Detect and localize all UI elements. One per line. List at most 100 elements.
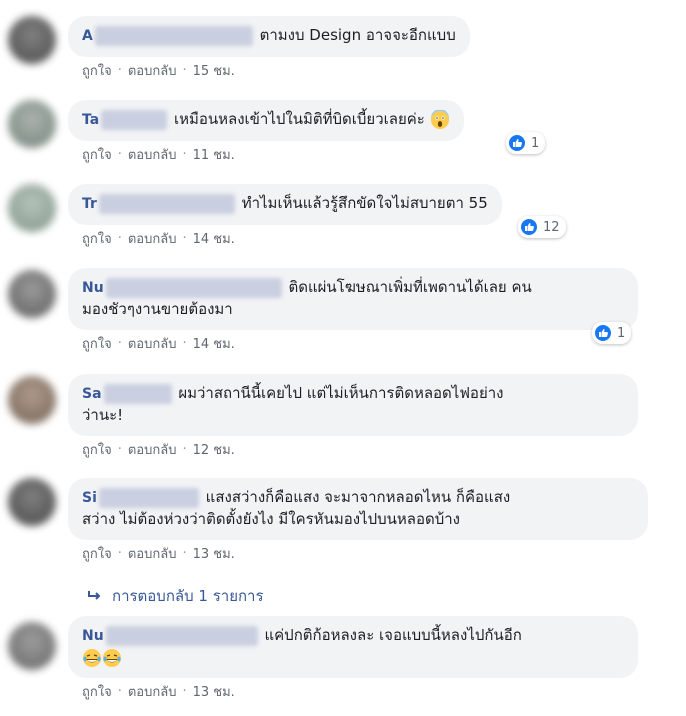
- separator: ·: [182, 545, 187, 561]
- separator: ·: [117, 62, 122, 78]
- comment-actions: ถูกใจ · ตอบกลับ · 12 ชม.: [82, 440, 638, 458]
- like-icon: [594, 324, 612, 342]
- reply-link[interactable]: ตอบกลับ: [128, 333, 177, 354]
- comment-text: ทำไมเห็นแล้วรู้สึกขัดใจไม่สบายตา 55: [241, 194, 488, 212]
- timestamp[interactable]: 11 ชม.: [193, 144, 235, 165]
- like-icon: [508, 134, 526, 152]
- like-link[interactable]: ถูกใจ: [82, 681, 112, 702]
- comment-actions: ถูกใจ · ตอบกลับ · 14 ชม.: [82, 229, 502, 247]
- timestamp[interactable]: 12 ชม.: [193, 439, 235, 460]
- separator: ·: [182, 441, 187, 457]
- reply-link[interactable]: ตอบกลับ: [128, 543, 177, 564]
- separator: ·: [182, 230, 187, 246]
- separator: ·: [117, 335, 122, 351]
- timestamp[interactable]: 14 ชม.: [193, 228, 235, 249]
- reply-link[interactable]: ตอบกลับ: [128, 439, 177, 460]
- comment-actions: ถูกใจ · ตอบกลับ · 13 ชม.: [82, 682, 638, 700]
- comment-thread: A ตามงบ Design อาจจะอีกแบบ ถูกใจ · ตอบกล…: [0, 0, 686, 716]
- comment-text: สว่าง ไม่ต้องห่วงว่าติดตั้งยังไง มีใครหั…: [82, 510, 460, 528]
- reaction-badge[interactable]: 12: [518, 216, 566, 238]
- separator: ·: [117, 146, 122, 162]
- comment-author[interactable]: Sa: [82, 386, 102, 402]
- comment-actions: ถูกใจ · ตอบกลับ · 11 ชม.: [82, 145, 464, 163]
- separator: ·: [182, 146, 187, 162]
- redaction-block: [98, 193, 235, 214]
- separator: ·: [117, 441, 122, 457]
- timestamp[interactable]: 15 ชม.: [193, 60, 235, 81]
- like-link[interactable]: ถูกใจ: [82, 60, 112, 81]
- separator: ·: [117, 683, 122, 699]
- like-link[interactable]: ถูกใจ: [82, 543, 112, 564]
- like-link[interactable]: ถูกใจ: [82, 333, 112, 354]
- comment-bubble: Sa ผมว่าสถานีนี้เคยไป แต่ไม่เห็นการติดหล…: [68, 374, 638, 436]
- timestamp[interactable]: 13 ชม.: [193, 681, 235, 702]
- comment: A ตามงบ Design อาจจะอีกแบบ ถูกใจ · ตอบกล…: [68, 16, 470, 79]
- redaction-block: [105, 625, 258, 646]
- reply-link[interactable]: ตอบกลับ: [128, 228, 177, 249]
- like-link[interactable]: ถูกใจ: [82, 228, 112, 249]
- comment-author[interactable]: Si: [82, 490, 97, 506]
- scream-emoji-icon: [430, 109, 449, 129]
- comment: Ta เหมือนหลงเข้าไปในมิติที่บิดเบี้ยวเลยค…: [68, 100, 464, 163]
- comment-text: แสงสว่างก็คือแสง จะมาจากหลอดไหน ก็คือแสง: [205, 488, 511, 506]
- view-replies-label[interactable]: การตอบกลับ 1 รายการ: [112, 584, 264, 608]
- redaction-block: [105, 277, 282, 298]
- reply-link[interactable]: ตอบกลับ: [128, 144, 177, 165]
- comment-text: ตามงบ Design อาจจะอีกแบบ: [259, 26, 456, 44]
- comment-bubble: Si แสงสว่างก็คือแสง จะมาจากหลอดไหน ก็คือ…: [68, 478, 648, 540]
- comment-actions: ถูกใจ · ตอบกลับ · 15 ชม.: [82, 61, 470, 79]
- like-link[interactable]: ถูกใจ: [82, 439, 112, 460]
- reply-link[interactable]: ตอบกลับ: [128, 681, 177, 702]
- comment-text: เหมือนหลงเข้าไปในมิติที่บิดเบี้ยวเลยค่ะ: [173, 110, 425, 128]
- comment-author[interactable]: Tr: [82, 196, 97, 212]
- redaction-block: [103, 383, 172, 404]
- redaction-block: [94, 25, 253, 46]
- comment-author[interactable]: Ta: [82, 112, 99, 128]
- comment-bubble: Nu แค่ปกติก้อหลงละ เจอแบบนี้หลงไปกันอีก: [68, 616, 638, 678]
- reply-arrow-icon: [88, 591, 101, 600]
- comment-bubble: Ta เหมือนหลงเข้าไปในมิติที่บิดเบี้ยวเลยค…: [68, 100, 464, 141]
- comment-bubble: Nu ติดแผ่นโฆษณาเพิ่มที่เพดานได้เลย คน มอ…: [68, 268, 638, 330]
- comment: Tr ทำไมเห็นแล้วรู้สึกขัดใจไม่สบายตา 55 ถ…: [68, 184, 502, 247]
- reaction-count: 1: [531, 135, 540, 151]
- comment: Sa ผมว่าสถานีนี้เคยไป แต่ไม่เห็นการติดหล…: [68, 374, 638, 458]
- laughing-tears-emoji-icon: [103, 648, 121, 667]
- reaction-badge[interactable]: 1: [592, 322, 632, 344]
- laughing-tears-emoji-icon: [83, 648, 101, 667]
- timestamp[interactable]: 13 ชม.: [193, 543, 235, 564]
- separator: ·: [117, 545, 122, 561]
- avatar[interactable]: [8, 622, 56, 670]
- timestamp[interactable]: 14 ชม.: [193, 333, 235, 354]
- redaction-block: [98, 487, 199, 508]
- comment-text: มองชัวๆงานขายต้องมา: [82, 300, 233, 318]
- separator: ·: [182, 62, 187, 78]
- reply-link[interactable]: ตอบกลับ: [128, 60, 177, 81]
- like-link[interactable]: ถูกใจ: [82, 144, 112, 165]
- avatar[interactable]: [8, 376, 56, 424]
- comment-author[interactable]: Nu: [82, 628, 104, 644]
- avatar[interactable]: [8, 100, 56, 148]
- avatar[interactable]: [8, 478, 56, 526]
- comment-text: ว่านะ!: [82, 406, 124, 424]
- avatar[interactable]: [8, 184, 56, 232]
- like-icon: [520, 218, 538, 236]
- comment-bubble: Tr ทำไมเห็นแล้วรู้สึกขัดใจไม่สบายตา 55: [68, 184, 502, 225]
- comment: Si แสงสว่างก็คือแสง จะมาจากหลอดไหน ก็คือ…: [68, 478, 648, 562]
- separator: ·: [182, 335, 187, 351]
- comment-actions: ถูกใจ · ตอบกลับ · 14 ชม.: [82, 334, 638, 352]
- reaction-badge[interactable]: 1: [506, 132, 546, 154]
- comment: Nu แค่ปกติก้อหลงละ เจอแบบนี้หลงไปกันอีก …: [68, 616, 638, 700]
- comment-text: ติดแผ่นโฆษณาเพิ่มที่เพดานได้เลย คน: [288, 278, 532, 296]
- comment-actions: ถูกใจ · ตอบกลับ · 13 ชม.: [82, 544, 648, 562]
- avatar[interactable]: [8, 270, 56, 318]
- comment-author[interactable]: A: [82, 28, 93, 44]
- separator: ·: [117, 230, 122, 246]
- reaction-count: 1: [617, 325, 626, 341]
- avatar[interactable]: [8, 16, 56, 64]
- comment: Nu ติดแผ่นโฆษณาเพิ่มที่เพดานได้เลย คน มอ…: [68, 268, 638, 352]
- comment-author[interactable]: Nu: [82, 280, 104, 296]
- comment-bubble: A ตามงบ Design อาจจะอีกแบบ: [68, 16, 470, 57]
- separator: ·: [182, 683, 187, 699]
- reaction-count: 12: [543, 219, 560, 235]
- view-replies-link[interactable]: การตอบกลับ 1 รายการ: [86, 584, 264, 608]
